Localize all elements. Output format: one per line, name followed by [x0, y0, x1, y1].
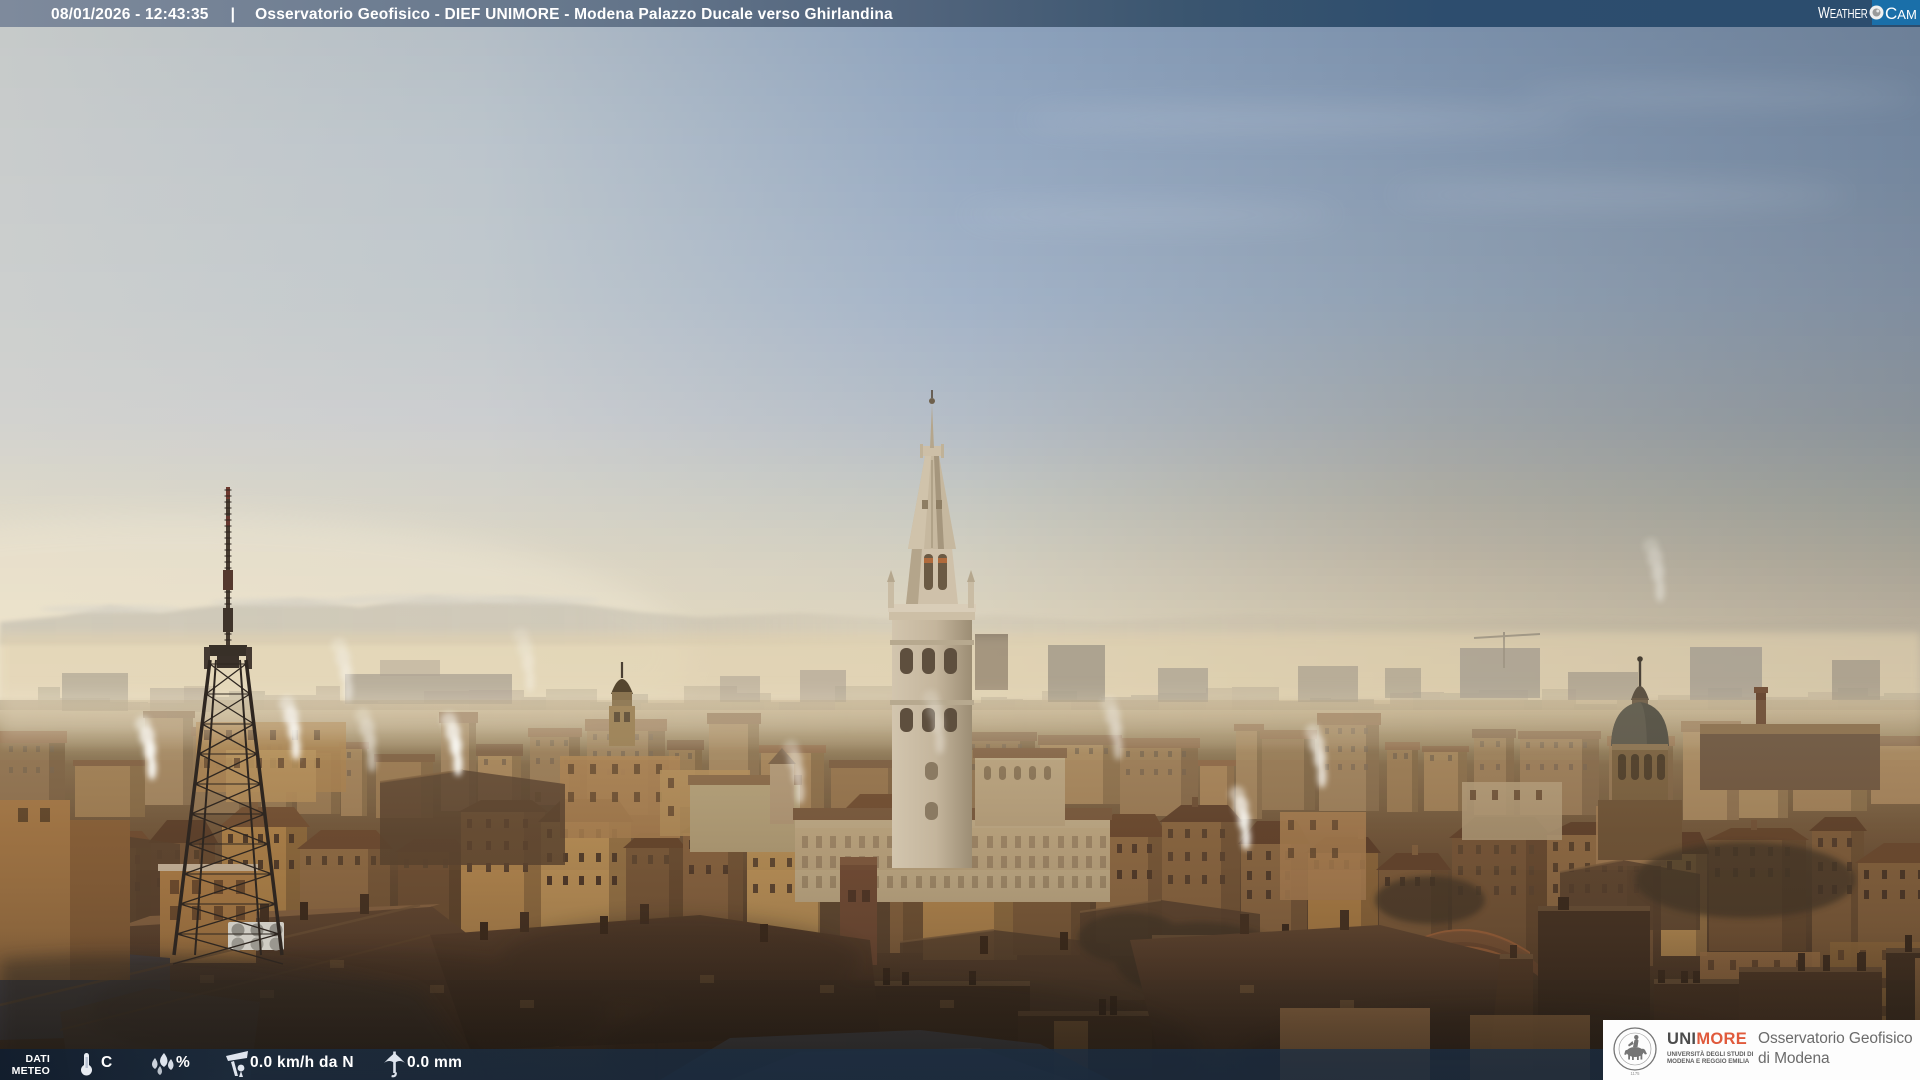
svg-text:1175: 1175 — [1630, 1071, 1640, 1076]
